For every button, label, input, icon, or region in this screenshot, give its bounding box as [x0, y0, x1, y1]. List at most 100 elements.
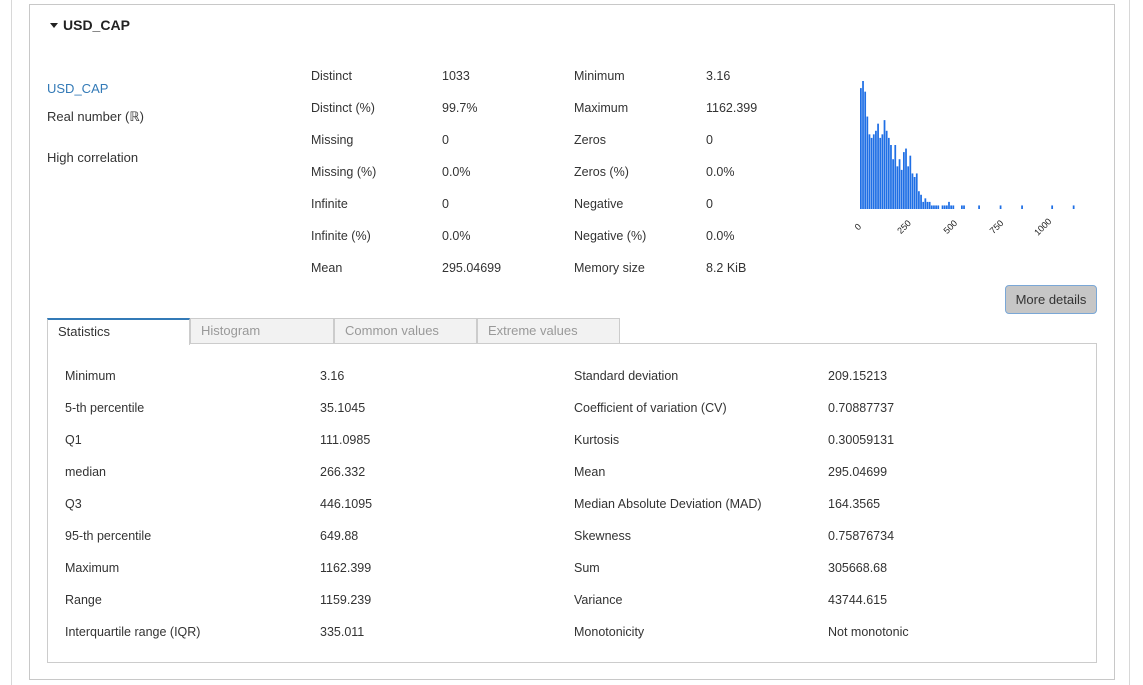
histogram-bar — [862, 81, 864, 209]
stat-quantile-value: 3.16 — [320, 369, 345, 383]
stat-descriptive-label: Monotonicity — [574, 625, 645, 639]
stat-descriptive-label: Sum — [574, 561, 600, 575]
stat-quantile-value: 649.88 — [320, 529, 359, 543]
overview-left-value: 99.7% — [442, 101, 478, 115]
histogram-bar — [894, 145, 897, 209]
overview-right-value: 0.0% — [706, 229, 735, 243]
histogram-bar — [935, 205, 937, 209]
stat-quantile-value: 1162.399 — [320, 561, 372, 575]
stat-descriptive-label: Variance — [574, 593, 623, 607]
stat-descriptive-value: 0.75876734 — [828, 529, 895, 543]
histogram-bar — [928, 201, 931, 209]
x-tick-label: 1000 — [1032, 216, 1053, 237]
histogram-bar — [868, 134, 871, 209]
variable-collapse-toggle[interactable]: USD_CAP — [50, 17, 130, 33]
more-details-button[interactable]: More details — [1005, 285, 1097, 314]
histogram-bar — [926, 201, 929, 209]
stat-descriptive-value: 0.70887737 — [828, 401, 895, 415]
histogram-bar — [898, 159, 901, 209]
tab-histogram[interactable]: Histogram — [190, 318, 334, 344]
histogram-bar — [900, 169, 903, 209]
overview-left-label: Distinct (%) — [311, 101, 375, 115]
overview-right-value: 1162.399 — [706, 101, 758, 115]
stat-descriptive-value: 295.04699 — [828, 465, 888, 479]
variable-header-title: USD_CAP — [63, 17, 130, 33]
stat-descriptive-label: Median Absolute Deviation (MAD) — [574, 497, 762, 511]
stat-quantile-label: Interquartile range (IQR) — [65, 625, 201, 639]
stat-quantile-value: 1159.239 — [320, 593, 372, 607]
histogram-bar — [887, 137, 890, 209]
overview-right-label: Zeros — [574, 133, 606, 147]
histogram-bar — [1072, 205, 1075, 209]
histogram-bar — [911, 173, 914, 209]
histogram-bar — [870, 137, 873, 209]
histogram-bar — [930, 205, 933, 209]
histogram-bar — [913, 177, 916, 209]
stat-descriptive-value: 209.15213 — [828, 369, 888, 383]
stat-quantile-label: Range — [65, 593, 102, 607]
histogram-bar — [890, 145, 892, 209]
overview-right-value: 0 — [706, 133, 713, 147]
tab-statistics[interactable]: Statistics — [47, 318, 190, 345]
stat-quantile-label: 95-th percentile — [65, 529, 152, 543]
histogram-bar — [920, 194, 922, 209]
x-tick-label: 250 — [895, 218, 913, 236]
histogram-bar — [907, 166, 910, 209]
tab-common-values[interactable]: Common values — [334, 318, 477, 344]
overview-left-label: Missing (%) — [311, 165, 377, 179]
overview-right-label: Memory size — [574, 261, 645, 275]
histogram-bar — [892, 159, 894, 209]
stat-quantile-label: Maximum — [65, 561, 120, 575]
overview-left-label: Infinite — [311, 197, 348, 211]
histogram-bar — [896, 166, 899, 209]
stat-descriptive-value: 43744.615 — [828, 593, 888, 607]
stat-quantile-value: 266.332 — [320, 465, 366, 479]
histogram-bar — [875, 130, 877, 209]
overview-left-label: Missing — [311, 133, 354, 147]
histogram-bar — [915, 173, 918, 209]
histogram-bar — [864, 91, 867, 209]
overview-left-value: 0 — [442, 133, 449, 147]
histogram-bar — [909, 155, 912, 209]
alert-high-correlation: High correlation — [47, 150, 139, 165]
histogram-bar — [905, 148, 907, 209]
histogram-bar — [948, 201, 950, 209]
histogram-bar — [950, 205, 953, 209]
histogram-bar — [978, 205, 980, 209]
variable-type: Real number (ℝ) — [47, 109, 144, 124]
histogram-bar — [999, 205, 1002, 209]
overview-left-value: 295.04699 — [442, 261, 502, 275]
histogram-bar — [872, 134, 875, 209]
statistics-panel: Minimum 3.16 5-th percentile 35.1045 Q1 111.0… — [47, 343, 1097, 663]
stat-descriptive-value: 164.3565 — [828, 497, 881, 511]
variable-name-link[interactable]: USD_CAP — [47, 81, 108, 96]
caret-down-icon — [50, 22, 58, 28]
overview-left-label: Mean — [311, 261, 343, 275]
histogram-bar — [1021, 205, 1023, 209]
stat-quantile-value: 35.1045 — [320, 401, 366, 415]
histogram-bar — [933, 205, 935, 209]
overview-left-label: Infinite (%) — [311, 229, 371, 243]
overview-right-label: Minimum — [574, 69, 625, 83]
variable-card: USD_CAP USD_CAP Real number (ℝ) High cor… — [29, 4, 1115, 680]
overview-right-label: Zeros (%) — [574, 165, 629, 179]
stat-descriptive-label: Mean — [574, 465, 606, 479]
x-tick-label: 0 — [853, 222, 864, 233]
stat-quantile-value: 111.0985 — [320, 433, 371, 447]
tab-extreme-values[interactable]: Extreme values — [477, 318, 620, 344]
stat-descriptive-label: Standard deviation — [574, 369, 679, 383]
histogram-bar — [945, 205, 948, 209]
overview-right-label: Negative — [574, 197, 624, 211]
histogram-bar — [1051, 205, 1054, 209]
stat-quantile-label: median — [65, 465, 106, 479]
stat-descriptive-value: 305668.68 — [828, 561, 888, 575]
mini-histogram: 0 250 500 750 1000 — [853, 81, 1075, 237]
histogram-bar — [883, 120, 886, 209]
overview-left-value: 0.0% — [442, 165, 471, 179]
histogram-bar — [924, 198, 927, 209]
x-tick-label: 750 — [988, 218, 1006, 236]
histogram-bar — [881, 134, 884, 209]
overview-right-value: 3.16 — [706, 69, 731, 83]
histogram-bar — [963, 205, 965, 209]
histogram-bar — [941, 205, 944, 209]
